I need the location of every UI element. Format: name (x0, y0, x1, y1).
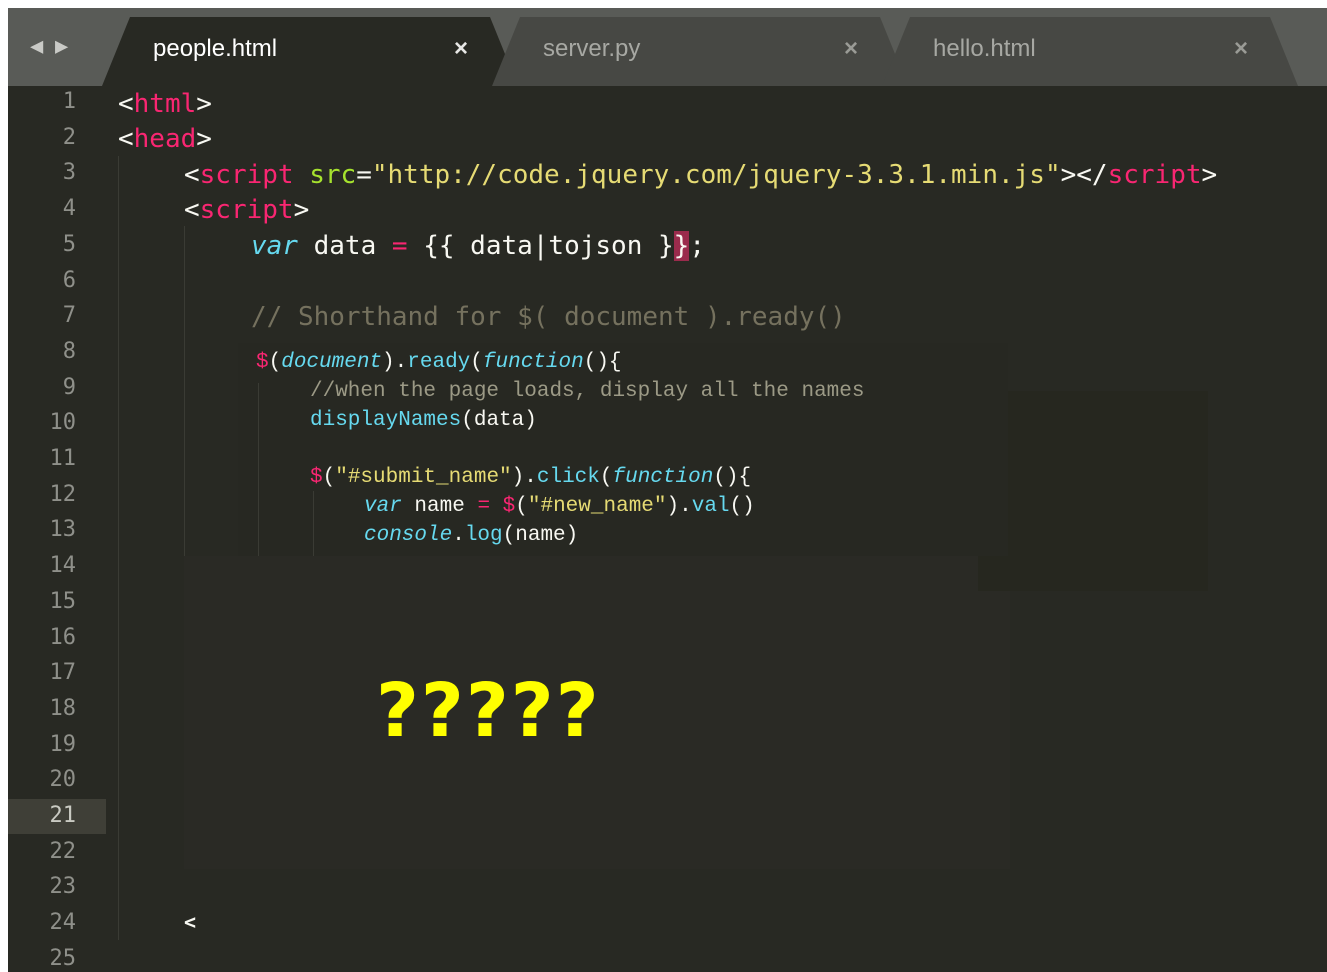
indent-guide (313, 491, 314, 556)
indent-guide (118, 156, 119, 940)
snippet-line-5: var name = $("#new_name").val() (364, 495, 755, 518)
code-line-24: < (184, 910, 197, 934)
pasted-panel-right (978, 391, 1208, 591)
tab-label: people.html (153, 35, 278, 62)
snippet-line-2: //when the page loads, display all the n… (310, 380, 865, 403)
line-number-gutter: 1 2 3 4 5 6 7 8 9 10 11 12 13 14 15 16 17 18 19 20 21 22 23 24 2… (8, 86, 106, 972)
line-number: 13 (49, 517, 77, 543)
snippet-line-3: displayNames(data) (310, 409, 537, 432)
line-number: 20 (49, 767, 77, 793)
code-editor[interactable]: 1 2 3 4 5 6 7 8 9 10 11 12 13 14 15 16 17 18 19 20 21 22 23 24 2… (8, 86, 1327, 972)
line-number: 9 (62, 374, 76, 400)
line-number: 14 (49, 553, 77, 579)
line-number: 17 (49, 660, 77, 686)
line-number: 10 (49, 410, 77, 436)
line-number: 1 (62, 89, 76, 114)
line-number: 6 (62, 267, 76, 293)
tab-server-py[interactable]: server.py × (492, 17, 908, 86)
code-line-5: var data = {{ data|tojson }}; (251, 231, 705, 261)
line-number: 4 (62, 196, 76, 222)
line-number: 7 (62, 303, 76, 329)
line-number: 22 (49, 838, 77, 864)
line-number: 11 (49, 446, 77, 471)
snippet-line-6: console.log(name) (364, 524, 579, 547)
code-line-4: <script> (184, 195, 310, 225)
code-line-1: <html> (118, 89, 212, 119)
pasted-code-snippet: $(document).ready(function(){ //when the… (238, 343, 1008, 556)
line-number: 25 (49, 945, 77, 971)
line-number: 15 (49, 588, 77, 614)
line-number: 19 (49, 731, 77, 757)
code-line-2: <head> (118, 124, 212, 154)
bracket-match-highlight: } (673, 231, 690, 261)
indent-guide (258, 383, 259, 556)
line-number: 5 (62, 231, 76, 257)
line-number: 21 (49, 803, 77, 828)
code-line-7: // Shorthand for $( document ).ready() (251, 302, 846, 332)
question-marks-annotation: ????? (376, 668, 601, 754)
tab-people-html[interactable]: people.html × (102, 17, 518, 86)
tab-bar: ◀ ▶ people.html × server.py × hello.html… (8, 8, 1327, 86)
tab-hello-html[interactable]: hello.html × (882, 17, 1298, 86)
snippet-line-4: $("#submit_name").click(function(){ (310, 466, 752, 489)
tab-label: hello.html (933, 35, 1036, 62)
close-icon[interactable]: × (1234, 35, 1248, 63)
line-number: 8 (62, 338, 76, 364)
code-line-3: <script src="http://code.jquery.com/jque… (184, 160, 1218, 190)
line-number: 24 (49, 910, 77, 936)
line-number: 2 (62, 124, 76, 150)
line-number: 18 (49, 695, 77, 721)
line-number: 23 (49, 874, 77, 900)
line-number: 3 (62, 160, 76, 186)
line-number: 16 (49, 624, 77, 650)
close-icon[interactable]: × (454, 35, 468, 63)
line-number: 12 (49, 481, 77, 507)
tab-label: server.py (543, 35, 641, 62)
back-arrow-icon[interactable]: ◀ (30, 36, 43, 58)
snippet-line-1: $(document).ready(function(){ (256, 351, 622, 374)
close-icon[interactable]: × (844, 35, 858, 63)
forward-arrow-icon[interactable]: ▶ (55, 36, 68, 58)
